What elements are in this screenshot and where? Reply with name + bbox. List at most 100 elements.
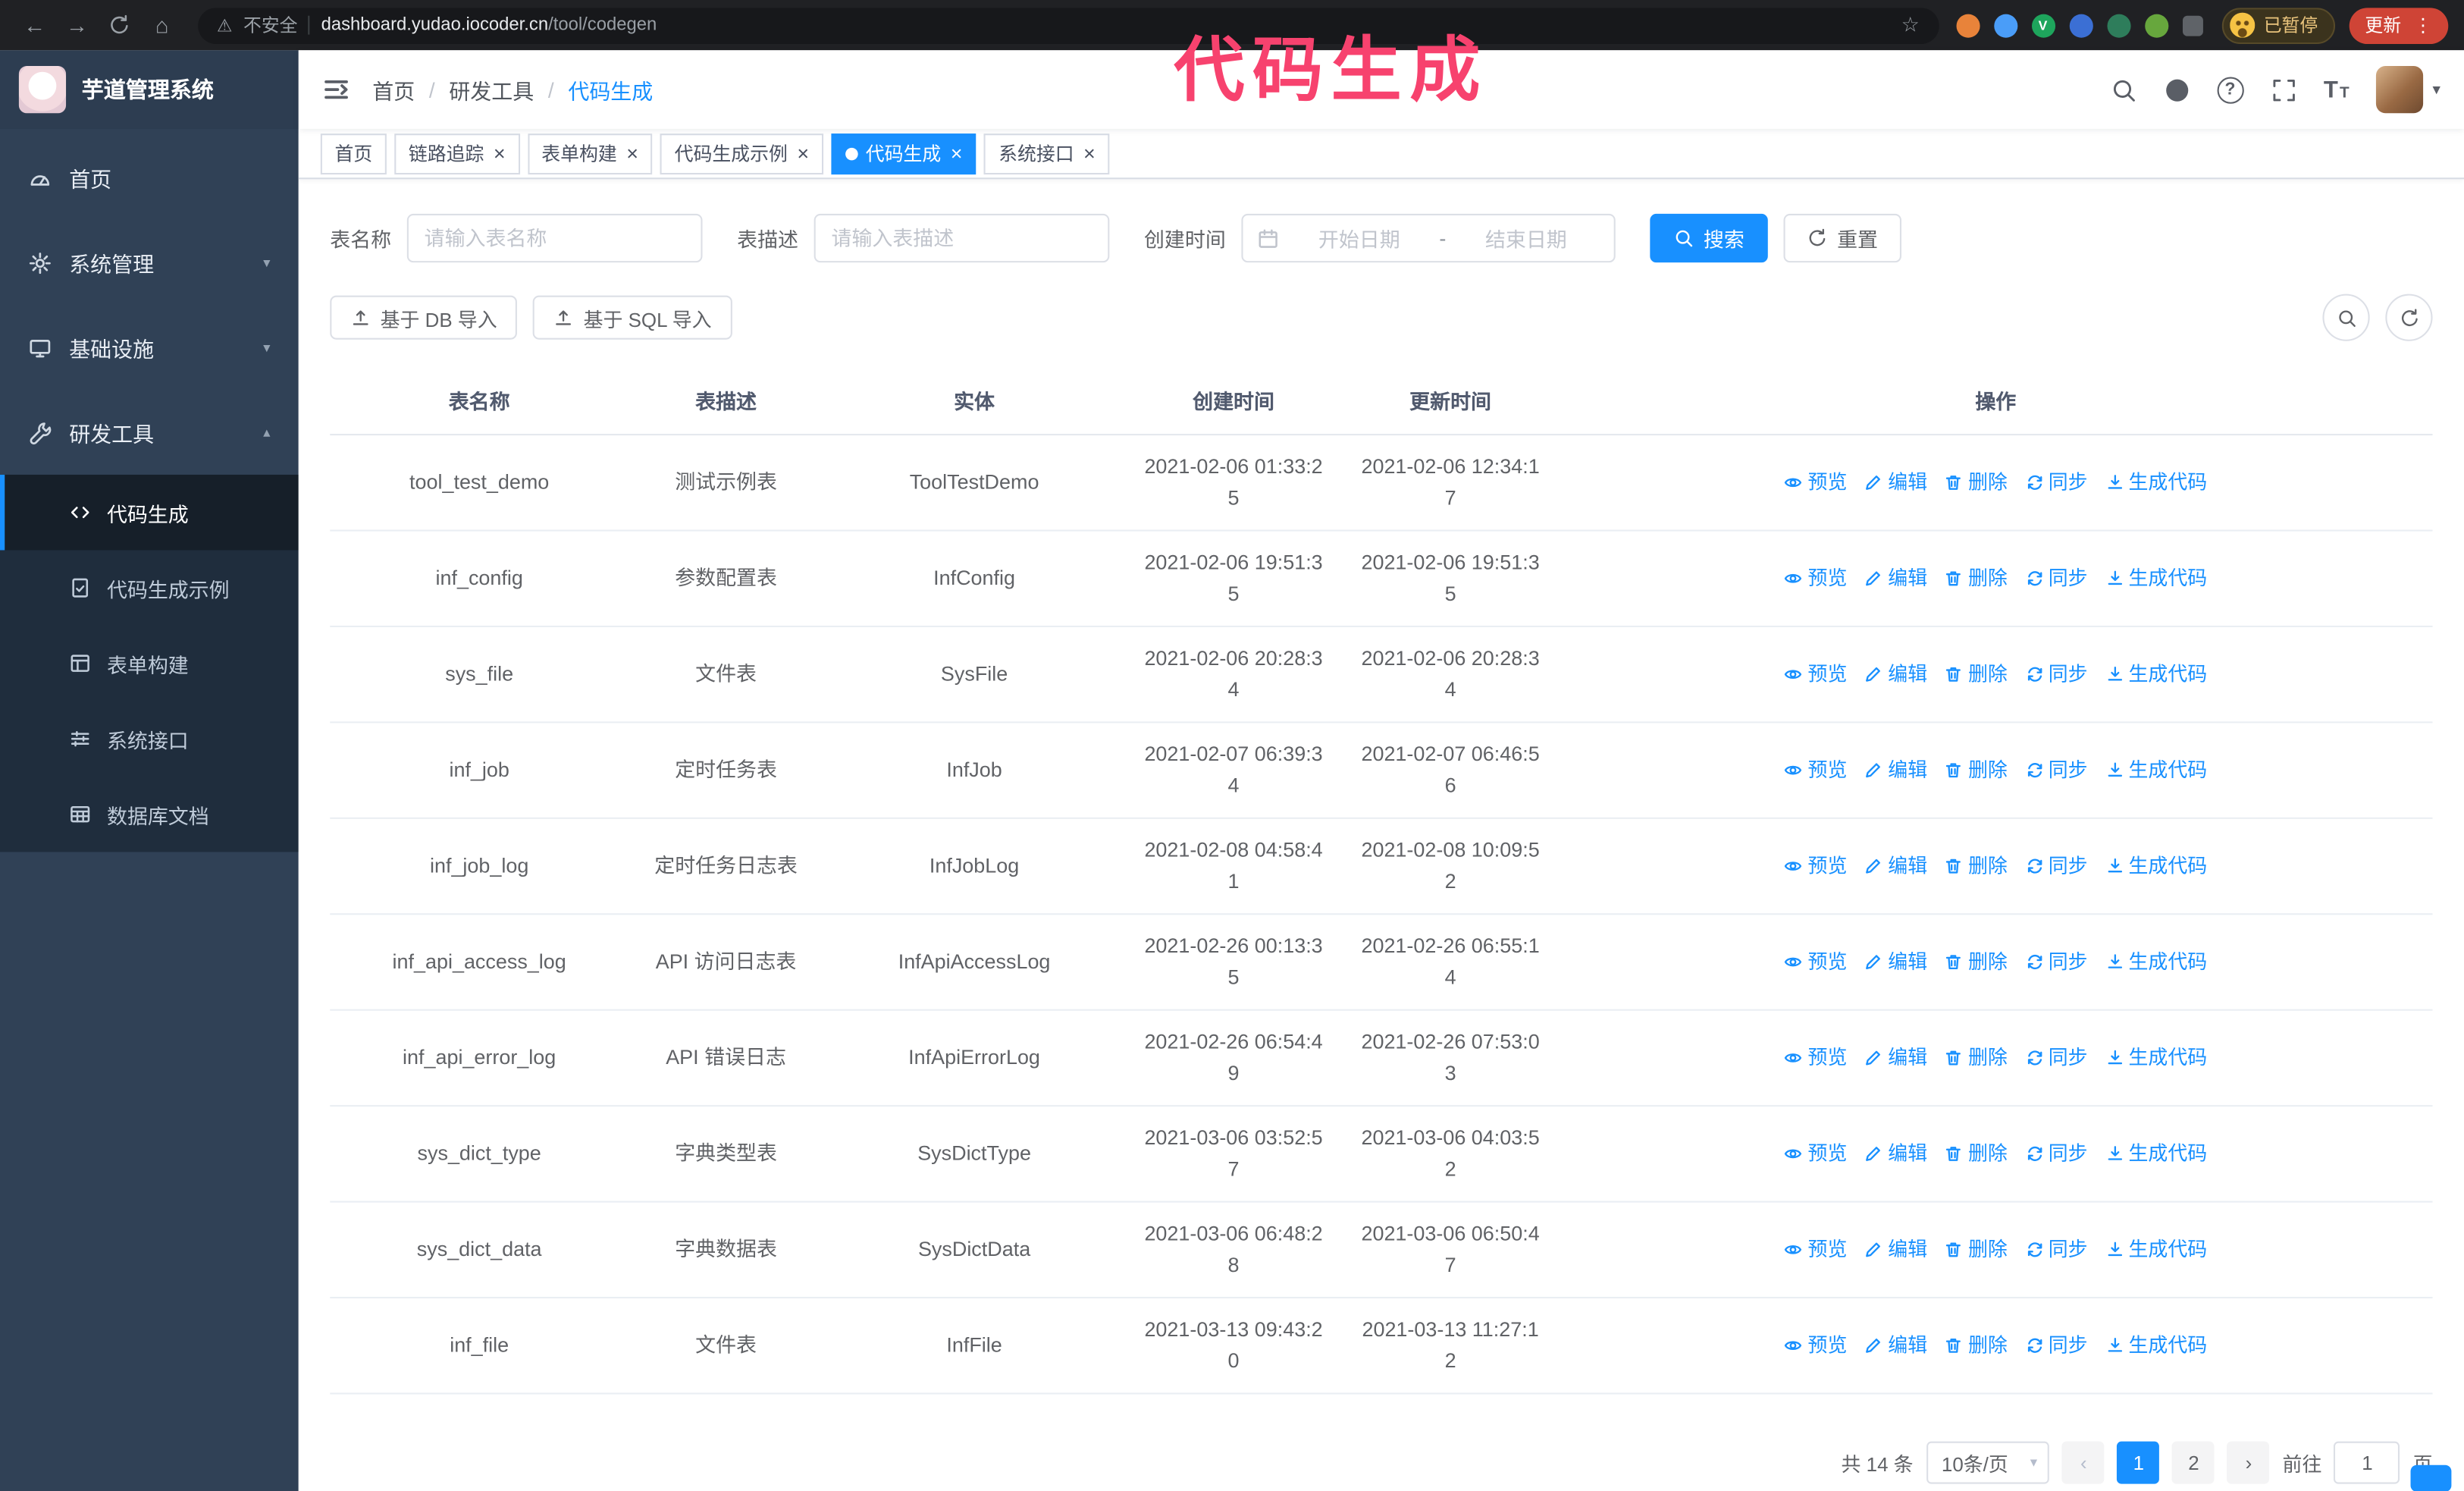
fullscreen-button[interactable] — [2270, 77, 2296, 103]
delete-link[interactable]: 删除 — [1945, 850, 2008, 881]
sync-link[interactable]: 同步 — [2025, 1330, 2088, 1361]
preview-link[interactable]: 预览 — [1784, 850, 1847, 881]
sync-link[interactable]: 同步 — [2025, 467, 2088, 498]
water-drop-extension-icon[interactable] — [1993, 13, 2017, 37]
tab-form-builder[interactable]: 表单构建 × — [527, 133, 653, 174]
profile-paused-chip[interactable]: 已暂停 — [2221, 7, 2336, 43]
date-range-picker[interactable]: 开始日期 - 结束日期 — [1241, 213, 1616, 263]
github-button[interactable] — [2163, 77, 2190, 103]
browser-reload-button[interactable] — [101, 6, 139, 44]
preview-link[interactable]: 预览 — [1784, 1330, 1847, 1361]
browser-forward-button[interactable]: → — [58, 6, 96, 44]
delete-link[interactable]: 删除 — [1945, 946, 2008, 978]
logo[interactable]: 芋道管理系统 — [0, 50, 299, 129]
delete-link[interactable]: 删除 — [1945, 1330, 2008, 1361]
tab-codegen[interactable]: 代码生成 × — [831, 133, 977, 174]
dev-extension-icon[interactable] — [2106, 13, 2130, 37]
delete-link[interactable]: 删除 — [1945, 755, 2008, 786]
sync-link[interactable]: 同步 — [2025, 1042, 2088, 1073]
user-menu[interactable]: ▾ — [2375, 66, 2440, 114]
delete-link[interactable]: 删除 — [1945, 1138, 2008, 1169]
generate-link[interactable]: 生成代码 — [2105, 467, 2207, 498]
delete-link[interactable]: 删除 — [1945, 1042, 2008, 1073]
address-bar[interactable]: ⚠ 不安全 dashboard.yudao.iocoder.cn/tool/co… — [198, 7, 1939, 43]
tab-close-icon[interactable]: × — [797, 143, 809, 164]
delete-link[interactable]: 删除 — [1945, 658, 2008, 689]
sidebar-item-home[interactable]: 首页 — [0, 135, 299, 220]
goto-page-input[interactable] — [2334, 1441, 2401, 1484]
page-button-2[interactable]: 2 — [2172, 1441, 2215, 1484]
sync-link[interactable]: 同步 — [2025, 850, 2088, 881]
breadcrumb-item[interactable]: 首页 — [372, 74, 415, 105]
preview-link[interactable]: 预览 — [1784, 467, 1847, 498]
preview-link[interactable]: 预览 — [1784, 658, 1847, 689]
edit-link[interactable]: 编辑 — [1864, 467, 1927, 498]
sidebar-item-system-management[interactable]: 系统管理 ▾ — [0, 220, 299, 305]
edit-link[interactable]: 编辑 — [1864, 1138, 1927, 1169]
tab-tracing[interactable]: 链路追踪 × — [394, 133, 520, 174]
green-v-extension-icon[interactable]: V — [2030, 13, 2055, 37]
tab-home[interactable]: 首页 — [320, 133, 387, 174]
sidebar-item-system-api[interactable]: 系统接口 — [0, 701, 299, 776]
generate-link[interactable]: 生成代码 — [2105, 1042, 2207, 1073]
sidebar-item-codegen-example[interactable]: 代码生成示例 — [0, 550, 299, 625]
browser-home-button[interactable]: ⌂ — [143, 6, 181, 44]
sidebar-item-dev-tools[interactable]: 研发工具 ▴ — [0, 390, 299, 475]
browser-menu-icon[interactable]: ⋮ — [2414, 14, 2433, 36]
generate-link[interactable]: 生成代码 — [2105, 946, 2207, 978]
toggle-search-button[interactable] — [2322, 293, 2370, 341]
preview-link[interactable]: 预览 — [1784, 755, 1847, 786]
leaf-extension-icon[interactable] — [2144, 13, 2168, 37]
generate-link[interactable]: 生成代码 — [2105, 1234, 2207, 1265]
sidebar-toggle-button[interactable] — [322, 75, 350, 103]
sidebar-item-infrastructure[interactable]: 基础设施 ▾ — [0, 305, 299, 390]
font-size-button[interactable]: TT — [2324, 77, 2350, 103]
edit-link[interactable]: 编辑 — [1864, 755, 1927, 786]
edit-link[interactable]: 编辑 — [1864, 850, 1927, 881]
tab-close-icon[interactable]: × — [494, 143, 506, 164]
tab-close-icon[interactable]: × — [951, 143, 963, 164]
preview-link[interactable]: 预览 — [1784, 1138, 1847, 1169]
sync-link[interactable]: 同步 — [2025, 563, 2088, 594]
prev-page-button[interactable]: ‹ — [2062, 1441, 2105, 1484]
tab-system-api[interactable]: 系统接口 × — [984, 133, 1110, 174]
bookmark-star-icon[interactable]: ☆ — [1901, 13, 1920, 38]
preview-link[interactable]: 预览 — [1784, 946, 1847, 978]
generate-link[interactable]: 生成代码 — [2105, 850, 2207, 881]
delete-link[interactable]: 删除 — [1945, 467, 2008, 498]
reset-button[interactable]: 重置 — [1783, 213, 1902, 263]
breadcrumb-item[interactable]: 研发工具 — [449, 74, 534, 105]
delete-link[interactable]: 删除 — [1945, 563, 2008, 594]
generate-link[interactable]: 生成代码 — [2105, 658, 2207, 689]
sync-link[interactable]: 同步 — [2025, 658, 2088, 689]
edit-link[interactable]: 编辑 — [1864, 1330, 1927, 1361]
preview-link[interactable]: 预览 — [1784, 1234, 1847, 1265]
extensions-puzzle-icon[interactable] — [2181, 14, 2202, 36]
page-button-1[interactable]: 1 — [2117, 1441, 2160, 1484]
table-desc-input[interactable] — [813, 213, 1110, 263]
floating-button[interactable] — [2410, 1464, 2452, 1491]
orange-extension-icon[interactable] — [1955, 13, 1980, 37]
import-db-button[interactable]: 基于 DB 导入 — [330, 295, 518, 340]
tab-close-icon[interactable]: × — [1083, 143, 1096, 164]
sidebar-item-codegen[interactable]: 代码生成 — [0, 474, 299, 551]
sync-link[interactable]: 同步 — [2025, 755, 2088, 786]
edit-link[interactable]: 编辑 — [1864, 946, 1927, 978]
chrome-update-button[interactable]: 更新 ⋮ — [2349, 7, 2449, 43]
generate-link[interactable]: 生成代码 — [2105, 1138, 2207, 1169]
import-sql-button[interactable]: 基于 SQL 导入 — [533, 295, 732, 340]
generate-link[interactable]: 生成代码 — [2105, 755, 2207, 786]
tab-codegen-example[interactable]: 代码生成示例 × — [660, 133, 823, 174]
generate-link[interactable]: 生成代码 — [2105, 1330, 2207, 1361]
preview-link[interactable]: 预览 — [1784, 563, 1847, 594]
help-button[interactable]: ? — [2216, 76, 2244, 103]
edit-link[interactable]: 编辑 — [1864, 1042, 1927, 1073]
sidebar-item-db-doc[interactable]: 数据库文档 — [0, 777, 299, 852]
people-extension-icon[interactable] — [2068, 13, 2093, 37]
tab-close-icon[interactable]: × — [626, 143, 638, 164]
refresh-table-button[interactable] — [2385, 293, 2433, 341]
generate-link[interactable]: 生成代码 — [2105, 563, 2207, 594]
edit-link[interactable]: 编辑 — [1864, 1234, 1927, 1265]
delete-link[interactable]: 删除 — [1945, 1234, 2008, 1265]
edit-link[interactable]: 编辑 — [1864, 563, 1927, 594]
